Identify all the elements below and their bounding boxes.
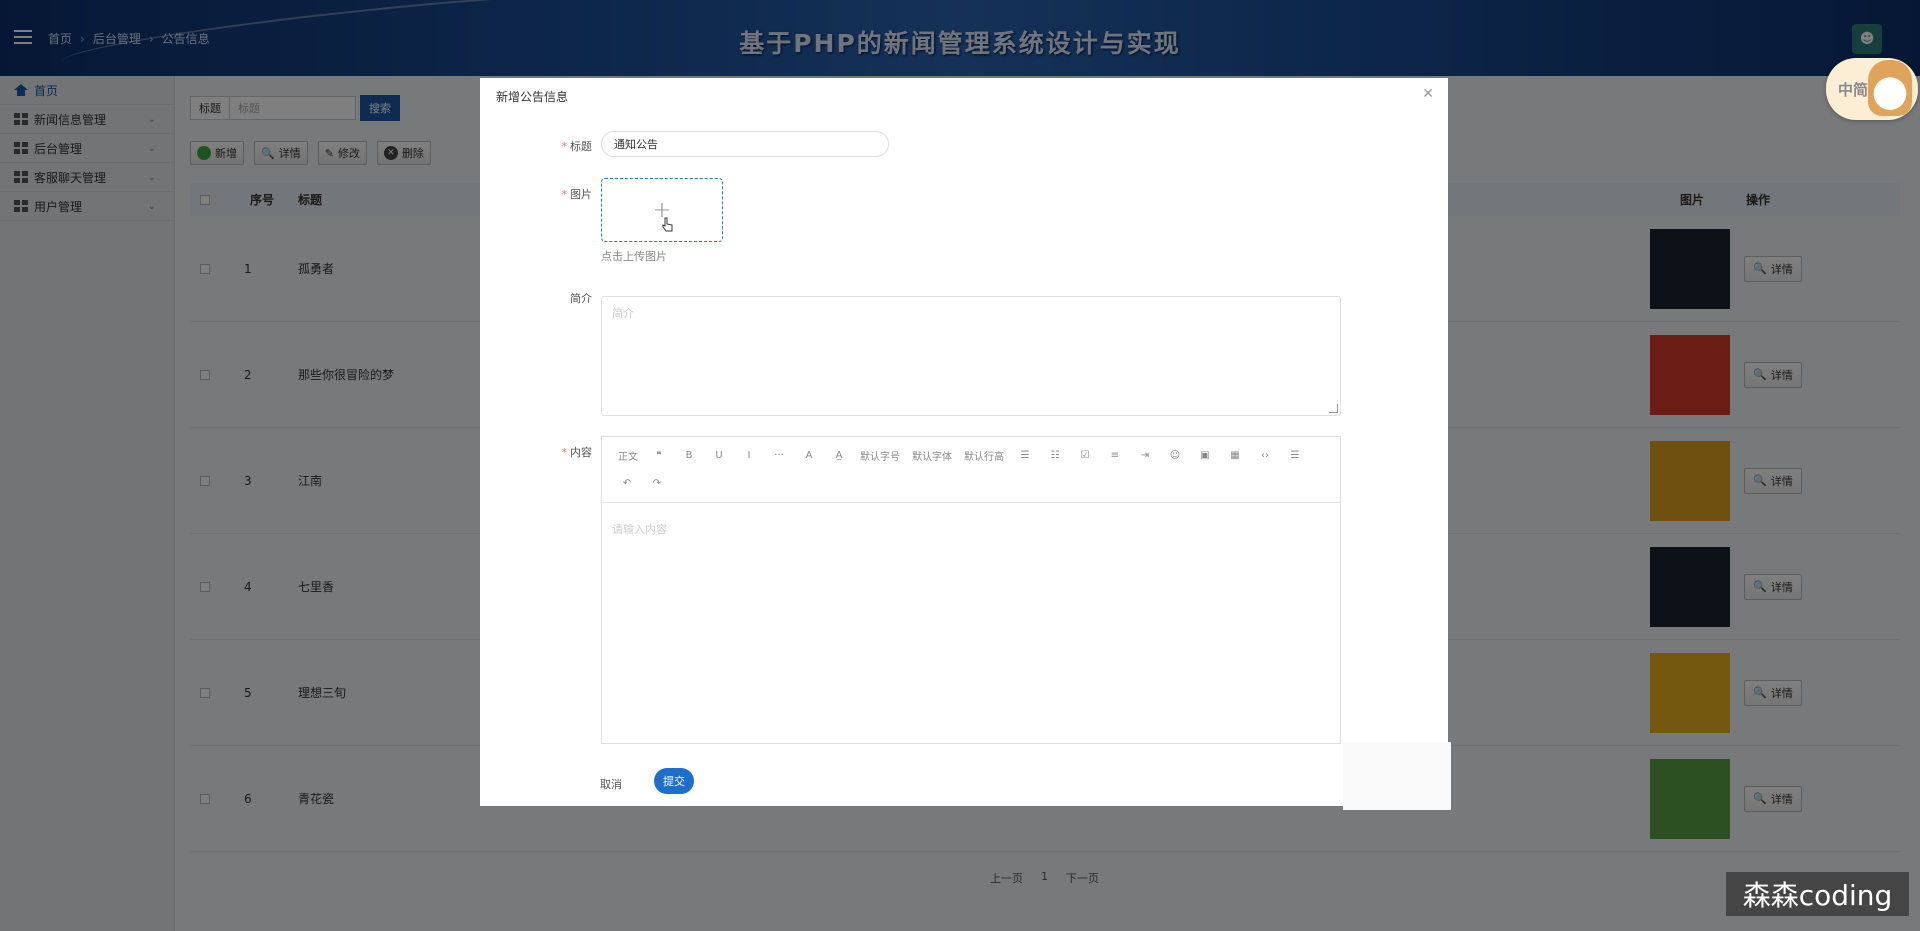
intro-field-label: 简介 (570, 292, 592, 305)
watermark: 森森coding (1726, 872, 1909, 916)
editor-tool[interactable]: I (734, 441, 764, 469)
mascot-widget[interactable]: 中简 (1826, 58, 1918, 120)
hand-cursor-icon (662, 217, 673, 232)
editor-toolbar: 正文 ❝ B U I ··· A A̲ 默认字号 默认字体 默认行高 ☰ ☷ ☑ ≡ ⇥ ☺ ▣ ▦ ‹› ☰ ↶ ↷ (602, 437, 1340, 503)
title-field-label: * 标题 (561, 140, 593, 153)
editor-tool[interactable]: ❝ (644, 441, 674, 469)
cancel-button[interactable]: 取消 (600, 776, 622, 792)
image-field-label: * 图片 (561, 188, 593, 201)
image-upload-box[interactable]: + (601, 178, 723, 242)
mascot-text: 中简 (1838, 80, 1869, 99)
editor-tool[interactable]: A̲ (824, 441, 854, 469)
dog-mascot-icon (1868, 60, 1912, 116)
editor-tool[interactable]: A (794, 441, 824, 469)
editor-tool[interactable]: ☰ (1280, 441, 1310, 469)
editor-tool[interactable]: ☰ (1010, 441, 1040, 469)
editor-tool[interactable]: ≡ (1100, 441, 1130, 469)
editor-tool[interactable]: ↷ (642, 469, 672, 497)
editor-tool[interactable]: ··· (764, 441, 794, 469)
close-icon[interactable]: ✕ (1422, 86, 1434, 102)
editor-tool[interactable]: 默认行高 (958, 441, 1010, 469)
editor-tool[interactable]: ☷ (1040, 441, 1070, 469)
upload-tip: 点击上传图片 (601, 250, 667, 263)
editor-tool[interactable]: ☑ (1070, 441, 1100, 469)
editor-content-area[interactable]: 请输入内容 (602, 503, 1340, 555)
editor-tool[interactable]: 默认字体 (906, 441, 958, 469)
editor-tool[interactable]: ▣ (1190, 441, 1220, 469)
editor-tool[interactable]: ‹› (1250, 441, 1280, 469)
add-notice-dialog: 新增公告信息 ✕ * 标题 通知公告 * 图片 + 点击上传图片 简介 简介 * 内容… (480, 78, 1448, 806)
render-artifact (1343, 742, 1451, 810)
editor-tool[interactable]: ☺ (1160, 441, 1190, 469)
editor-tool[interactable]: 默认字号 (854, 441, 906, 469)
editor-tool[interactable]: ⇥ (1130, 441, 1160, 469)
title-input[interactable]: 通知公告 (601, 131, 889, 157)
editor-tool[interactable]: 正文 (612, 441, 644, 469)
editor-tool[interactable]: B (674, 441, 704, 469)
editor-tool[interactable]: ↶ (612, 469, 642, 497)
dialog-title: 新增公告信息 (496, 90, 569, 104)
rich-text-editor: 正文 ❝ B U I ··· A A̲ 默认字号 默认字体 默认行高 ☰ ☷ ☑ ≡ ⇥ ☺ ▣ ▦ ‹› ☰ ↶ ↷ 请输… (601, 436, 1341, 744)
intro-textarea[interactable]: 简介 (601, 296, 1341, 416)
editor-tool[interactable]: U (704, 441, 734, 469)
editor-tool[interactable]: ▦ (1220, 441, 1250, 469)
submit-button[interactable]: 提交 (654, 768, 694, 794)
content-field-label: * 内容 (561, 446, 593, 459)
